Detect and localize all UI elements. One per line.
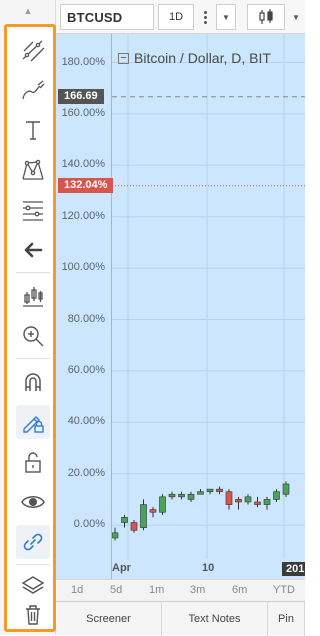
pencil-lock-icon[interactable] — [16, 405, 50, 439]
legend-title: Bitcoin / Dollar, D, BIT — [134, 50, 271, 66]
y-tick-label: 80.00% — [67, 312, 105, 325]
candle-body — [168, 493, 176, 498]
range-1m[interactable]: 1m — [149, 584, 164, 596]
candle-body — [197, 491, 204, 495]
toolbar-highlight-frame — [4, 24, 56, 632]
arrow-left-icon[interactable] — [16, 233, 50, 267]
brush-icon[interactable] — [16, 73, 50, 107]
trend-line-icon[interactable] — [16, 33, 50, 67]
candle-body — [216, 488, 223, 492]
candle-body — [178, 493, 185, 498]
text-icon[interactable] — [16, 113, 50, 147]
price-flag: 132.04% — [58, 178, 114, 194]
candle-body — [235, 499, 242, 503]
candle-body — [254, 501, 261, 505]
candle-body — [111, 532, 119, 539]
collapse-legend-icon[interactable]: − — [118, 52, 129, 64]
link-icon[interactable] — [16, 525, 50, 559]
chart-header-toolbar: BTCUSD 1D ▼ ▼ — [56, 0, 305, 34]
symbol-search-input[interactable]: BTCUSD — [60, 4, 154, 30]
range-6m[interactable]: 6m — [232, 584, 247, 596]
candle-body — [130, 522, 138, 531]
chart-legend: − Bitcoin / Dollar, D, BIT — [118, 50, 271, 66]
range-ytd[interactable]: YTD — [273, 584, 295, 596]
tab-pin[interactable]: Pin — [268, 602, 305, 636]
chart-pane[interactable]: 180.00% 160.00% 140.00% 120.00% 100.00% 80.00… — [56, 34, 305, 579]
interval-button[interactable]: 1D — [158, 4, 194, 30]
zoom-in-icon[interactable] — [16, 319, 50, 353]
candle-body — [273, 491, 280, 500]
price-flag: 166.69 — [58, 89, 104, 105]
candle-body — [121, 517, 128, 523]
unlock-icon[interactable] — [16, 445, 50, 479]
tab-text-notes[interactable]: Text Notes — [162, 602, 268, 636]
drawing-toolbar: ▲ — [0, 0, 56, 635]
candles-icon[interactable] — [247, 4, 285, 30]
time-tick-label: Apr — [112, 562, 131, 574]
range-1d[interactable]: 1d — [71, 584, 83, 596]
candle-body — [263, 499, 271, 505]
y-tick-label: 0.00% — [73, 518, 105, 531]
candle-body — [225, 491, 233, 505]
magnet-icon[interactable] — [16, 365, 50, 399]
candle-body — [187, 493, 195, 500]
y-tick-label: 100.00% — [61, 261, 105, 274]
candle-body — [149, 509, 157, 513]
y-tick-label: 140.00% — [61, 158, 105, 171]
y-tick-label: 160.00% — [61, 106, 105, 119]
measure-icon[interactable] — [16, 279, 50, 313]
time-tick-label: 201 — [282, 562, 305, 576]
eye-icon[interactable] — [16, 485, 50, 519]
tab-screener[interactable]: Screener — [56, 602, 162, 636]
range-3m[interactable]: 3m — [190, 584, 205, 596]
candle-body — [244, 496, 252, 503]
time-axis[interactable]: Apr 10 201 — [112, 559, 305, 579]
y-tick-label: 20.00% — [67, 466, 105, 479]
candle-body — [159, 496, 166, 513]
candle-body — [140, 504, 147, 528]
range-5d[interactable]: 5d — [110, 584, 122, 596]
y-tick-label: 120.00% — [61, 209, 105, 222]
pattern-icon[interactable] — [16, 153, 50, 187]
chevron-down-icon[interactable]: ▼ — [287, 4, 305, 30]
y-tick-label: 180.00% — [61, 55, 105, 68]
candle-body — [282, 483, 290, 495]
candle-body — [206, 488, 214, 492]
time-tick-label: 10 — [202, 562, 215, 574]
more-vertical-icon[interactable] — [197, 4, 213, 30]
bottom-panel-tabs: Screener Text Notes Pin — [56, 601, 305, 636]
date-range-bar: 1d 5d 1m 3m 6m YTD — [56, 579, 305, 601]
price-scale[interactable]: 180.00% 160.00% 140.00% 120.00% 100.00% 80.00… — [56, 34, 112, 579]
chevron-up-icon[interactable]: ▲ — [0, 0, 56, 22]
trash-icon[interactable] — [16, 597, 50, 631]
y-tick-label: 60.00% — [67, 363, 105, 376]
chevron-down-icon[interactable]: ▼ — [216, 4, 236, 30]
fib-retracement-icon[interactable] — [16, 193, 50, 227]
y-tick-label: 40.00% — [67, 415, 105, 428]
